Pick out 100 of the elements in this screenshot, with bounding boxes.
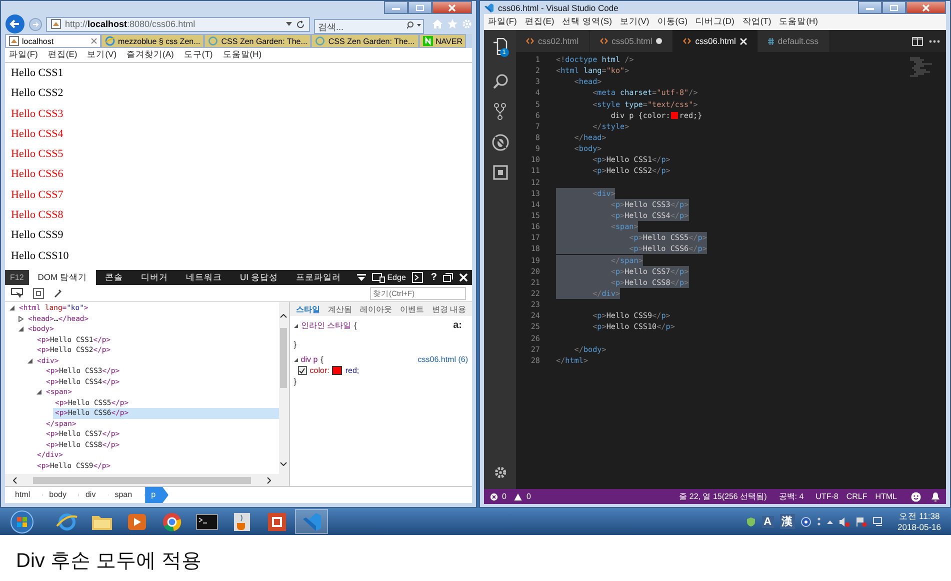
styles-tab[interactable]: 이벤트 — [400, 304, 424, 314]
browser-tab[interactable]: mezzoblue § css Zen... — [101, 34, 204, 48]
maximize-button[interactable] — [408, 1, 432, 14]
devtools-tab[interactable]: 디버거 — [132, 270, 177, 285]
warning-icon[interactable] — [514, 492, 522, 500]
bug-icon[interactable] — [492, 134, 508, 151]
cursor-position[interactable]: 줄 22, 열 15(256 선택됨) — [679, 491, 767, 502]
chrome-taskbar-icon[interactable] — [162, 512, 182, 532]
search-icon[interactable] — [407, 20, 421, 28]
browser-tab[interactable]: NAVER — [418, 34, 466, 48]
editor-tab[interactable]: css02.html — [516, 30, 590, 52]
search-icon[interactable] — [492, 74, 508, 89]
dropdown-icon[interactable] — [286, 22, 292, 26]
media-player-taskbar-icon[interactable] — [126, 512, 146, 530]
input-mode-indicator[interactable]: A — [762, 516, 774, 528]
breadcrumb-item[interactable]: html — [9, 487, 44, 503]
expanded-triangle-icon[interactable] — [36, 389, 42, 396]
menu-item[interactable]: 즐겨찾기(A) — [126, 49, 174, 61]
network-icon[interactable] — [872, 517, 884, 526]
menu-item[interactable]: 보기(V) — [620, 16, 650, 28]
terminal-taskbar-icon[interactable] — [196, 514, 218, 530]
devtools-tab[interactable]: 프로파일러 — [286, 270, 350, 285]
minimize-button[interactable] — [858, 1, 882, 14]
devtools-tab[interactable]: DOM 탐색기 — [28, 270, 96, 285]
vertical-scrollbar[interactable] — [278, 302, 289, 486]
minimize-button[interactable] — [384, 1, 408, 14]
browser-tab[interactable]: CSS Zen Garden: The... — [311, 34, 419, 48]
search-field[interactable]: 검색... — [314, 19, 424, 34]
menu-item[interactable]: 보기(V) — [87, 49, 117, 61]
horizontal-scrollbar[interactable] — [5, 474, 279, 486]
status-dots-icon[interactable] — [816, 517, 821, 526]
breadcrumb-item[interactable]: body — [43, 487, 80, 503]
undock-icon[interactable] — [443, 273, 453, 282]
browser-tab[interactable]: localhost — [5, 34, 101, 48]
emulation-dropdown[interactable]: Edge — [387, 273, 406, 282]
breadcrumb-item[interactable]: div — [79, 487, 109, 503]
expanded-triangle-icon[interactable] — [9, 305, 15, 312]
expanded-triangle-icon[interactable] — [27, 358, 33, 364]
favorites-star-icon[interactable] — [447, 19, 458, 29]
styles-tab[interactable]: 레이아웃 — [360, 304, 392, 314]
show-hidden-icons-caret-icon[interactable] — [826, 520, 833, 524]
console-icon[interactable] — [412, 272, 423, 283]
box-icon[interactable] — [33, 288, 44, 298]
error-count[interactable]: 0 — [502, 492, 506, 501]
warning-count[interactable]: 0 — [526, 492, 531, 501]
network-shield-icon[interactable] — [746, 516, 756, 526]
menu-item[interactable]: 도움말(H) — [222, 49, 262, 61]
menu-item[interactable]: 디버그(D) — [696, 16, 734, 28]
collapsed-triangle-icon[interactable] — [18, 316, 24, 322]
line-ending-setting[interactable]: CRLF — [846, 492, 868, 501]
help-circle-icon[interactable] — [800, 516, 811, 526]
menu-item[interactable]: 작업(T) — [742, 16, 772, 28]
coffee-cup-taskbar-icon[interactable] — [232, 512, 250, 532]
editor-tab[interactable]: default.css — [758, 30, 830, 52]
color-swatch[interactable] — [671, 112, 678, 119]
close-button[interactable] — [432, 1, 472, 14]
breadcrumb-item[interactable]: p — [145, 487, 169, 503]
flag-warning-icon[interactable] — [856, 516, 867, 526]
files-icon[interactable] — [492, 38, 508, 55]
menu-item[interactable]: 편집(E) — [48, 49, 78, 61]
clock-time[interactable]: 오전 11:38 — [898, 510, 940, 522]
styles-tab[interactable]: 스타일 — [296, 304, 320, 314]
browser-taskbar-icon[interactable] — [56, 512, 78, 532]
smiley-icon[interactable] — [911, 492, 921, 502]
muted-speaker-icon[interactable] — [838, 516, 850, 526]
devtools-tab[interactable]: UI 응답성 — [231, 270, 287, 285]
state-toggle[interactable]: a: — [453, 320, 462, 331]
device-icon[interactable] — [372, 272, 386, 282]
hanja-mode-indicator[interactable]: 漢 — [780, 514, 795, 529]
declaration-checkbox[interactable] — [298, 366, 307, 375]
expanded-triangle-icon[interactable] — [294, 324, 298, 328]
start-button[interactable] — [10, 510, 34, 534]
close-button[interactable] — [906, 1, 946, 14]
styles-tab[interactable]: 계산됨 — [328, 304, 352, 314]
bell-icon[interactable] — [931, 492, 940, 502]
color-swatch[interactable] — [332, 366, 342, 375]
settings-icon[interactable] — [494, 466, 506, 479]
more-actions-icon[interactable] — [929, 40, 940, 42]
browser-tab[interactable]: CSS Zen Garden: The... — [204, 34, 312, 48]
refresh-icon[interactable] — [296, 20, 305, 28]
help-button[interactable]: ? — [430, 272, 437, 283]
language-mode[interactable]: HTML — [875, 492, 897, 501]
styles-tab[interactable]: 변경 내용 — [432, 304, 466, 314]
address-bar[interactable]: http://localhost:8080/css06.html — [46, 16, 310, 32]
menu-item[interactable]: 선택 영역(S) — [562, 16, 612, 28]
menu-item[interactable]: 파일(F) — [488, 16, 517, 28]
menu-item[interactable]: 편집(E) — [524, 16, 554, 28]
devtools-tab[interactable]: 네트워크 — [177, 270, 231, 285]
expanded-triangle-icon[interactable] — [18, 326, 24, 332]
error-icon[interactable] — [490, 492, 498, 500]
clock-date[interactable]: 2018-05-16 — [898, 522, 941, 532]
back-button[interactable] — [5, 14, 25, 34]
source-link[interactable]: css06.html (6) — [418, 355, 468, 364]
menu-item[interactable]: 이동(G) — [657, 16, 688, 28]
branch-icon[interactable] — [494, 103, 506, 120]
expanded-triangle-icon[interactable] — [294, 358, 298, 362]
indentation-setting[interactable]: 공백: 4 — [778, 491, 804, 502]
eyedropper-icon[interactable] — [54, 288, 63, 298]
select-element-icon[interactable] — [11, 288, 23, 298]
extensions-icon[interactable] — [492, 165, 508, 180]
